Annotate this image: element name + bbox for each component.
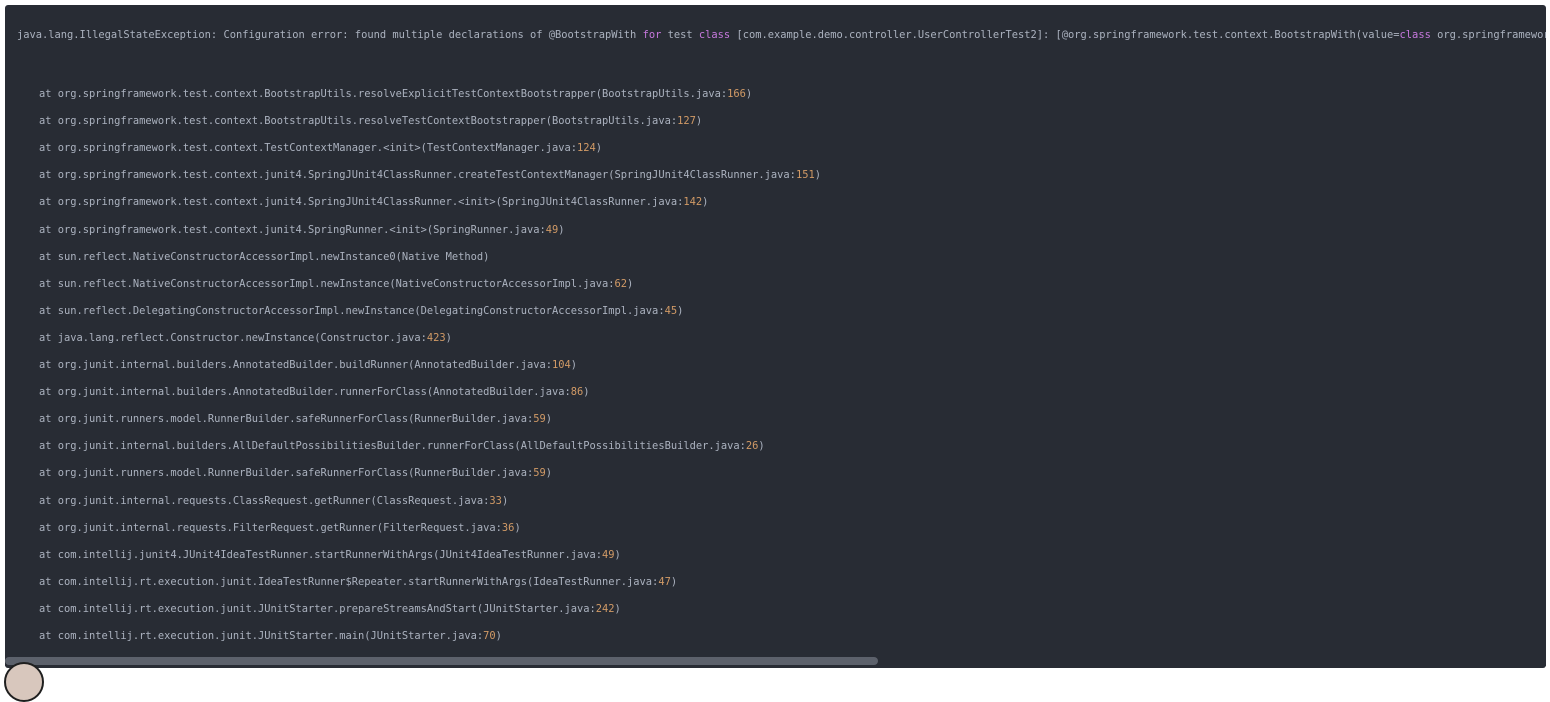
frame-line-number: 49 xyxy=(545,223,559,236)
frame-line-number: 62 xyxy=(614,277,628,290)
frame-close-paren: ) xyxy=(595,142,603,155)
stack-frame-line: at org.springframework.test.context.Test… xyxy=(39,141,602,155)
frame-text: at sun.reflect.DelegatingConstructorAcce… xyxy=(39,304,665,317)
horizontal-scrollbar[interactable] xyxy=(5,656,1546,666)
frame-text: at org.junit.internal.requests.FilterReq… xyxy=(39,521,502,534)
frame-text: at sun.reflect.NativeConstructorAccessor… xyxy=(39,277,615,290)
code-scroll-area[interactable]: java.lang.IllegalStateException: Configu… xyxy=(5,5,1546,656)
stack-frame-line: at org.springframework.test.context.juni… xyxy=(39,223,565,237)
frame-close-paren: ) xyxy=(514,521,521,534)
frame-text: at org.junit.internal.requests.ClassRequ… xyxy=(39,494,490,507)
frame-line-number: 151 xyxy=(795,169,815,182)
stack-frame-line: at org.springframework.test.context.juni… xyxy=(39,168,821,182)
frame-close-paren: ) xyxy=(614,602,621,615)
frame-close-paren: ) xyxy=(758,440,765,453)
frame-close-paren: ) xyxy=(583,386,590,399)
frame-text: at com.intellij.rt.execution.junit.JUnit… xyxy=(39,602,596,615)
frame-close-paren: ) xyxy=(501,494,509,507)
frame-close-paren: ) xyxy=(445,331,452,344)
frame-close-paren: ) xyxy=(558,223,565,236)
frame-line-number: 86 xyxy=(570,386,584,399)
frame-line-number: 423 xyxy=(426,331,446,344)
frame-line-number: 26 xyxy=(745,440,759,453)
avatar xyxy=(4,662,44,702)
frame-text: at org.junit.runners.model.RunnerBuilder… xyxy=(39,467,534,480)
frame-line-number: 36 xyxy=(501,521,515,534)
stack-frame-line: at sun.reflect.NativeConstructorAccessor… xyxy=(39,277,633,291)
frame-text: at org.springframework.test.context.juni… xyxy=(39,169,796,182)
stack-frame-line: at org.junit.internal.requests.FilterReq… xyxy=(39,521,521,535)
exception-line: java.lang.IllegalStateException: Configu… xyxy=(17,28,1546,42)
frame-text: at sun.reflect.NativeConstructorAccessor… xyxy=(39,250,490,263)
frame-text: at com.intellij.junit4.JUnit4IdeaTestRun… xyxy=(39,548,603,561)
frame-text: at org.springframework.test.context.juni… xyxy=(39,196,684,209)
stack-frame-line: at org.junit.internal.builders.AllDefaul… xyxy=(39,439,765,453)
frame-text: at java.lang.reflect.Constructor.newInst… xyxy=(39,331,427,344)
frame-text: at org.springframework.test.context.Test… xyxy=(39,142,577,155)
stack-frame-line: at org.junit.internal.requests.ClassRequ… xyxy=(39,494,508,508)
frame-close-paren: ) xyxy=(627,277,634,290)
frame-close-paren: ) xyxy=(670,575,678,588)
stack-frame-line: at sun.reflect.DelegatingConstructorAcce… xyxy=(39,304,683,318)
exception-prefix: java.lang.IllegalStateException: Configu… xyxy=(17,29,643,41)
stack-frame-line: at org.springframework.test.context.juni… xyxy=(39,195,708,209)
frame-text: at com.intellij.rt.execution.junit.JUnit… xyxy=(39,630,484,642)
frame-text: at com.intellij.rt.execution.junit.IdeaT… xyxy=(39,575,659,588)
exception-middle: test xyxy=(661,29,699,41)
frame-line-number: 242 xyxy=(595,602,615,615)
frame-line-number: 59 xyxy=(533,413,546,426)
frame-close-paren: ) xyxy=(545,467,552,480)
frame-close-paren: ) xyxy=(695,115,703,128)
exception-after-class: [com.example.demo.controller.UserControl… xyxy=(730,29,1400,41)
frame-close-paren: ) xyxy=(814,169,821,182)
frame-text: at org.junit.internal.builders.Annotated… xyxy=(39,386,571,399)
frame-text: at org.springframework.test.context.Boot… xyxy=(39,115,678,128)
stack-frame-line: at org.junit.internal.builders.Annotated… xyxy=(39,385,590,399)
frame-close-paren: ) xyxy=(745,88,753,100)
frame-close-paren: ) xyxy=(614,548,621,561)
frame-line-number: 33 xyxy=(489,494,502,507)
frame-line-number: 127 xyxy=(677,115,696,128)
frame-line-number: 49 xyxy=(602,548,615,561)
frame-line-number: 47 xyxy=(658,575,671,588)
frame-close-paren: ) xyxy=(495,630,502,642)
frame-text: at org.junit.internal.builders.AllDefaul… xyxy=(39,440,746,453)
frame-line-number: 104 xyxy=(551,359,571,371)
stack-frame-line: at org.junit.runners.model.RunnerBuilder… xyxy=(39,466,552,480)
stack-frame-line: at com.intellij.rt.execution.junit.JUnit… xyxy=(39,629,502,643)
frame-line-number: 45 xyxy=(664,304,678,317)
frame-line-number: 142 xyxy=(683,196,703,209)
stack-frame-line: at com.intellij.rt.execution.junit.IdeaT… xyxy=(39,575,677,589)
frame-close-paren: ) xyxy=(677,304,684,317)
stack-frame-line: at org.springframework.test.context.Boot… xyxy=(39,114,702,128)
keyword-class-2: class xyxy=(1399,29,1431,41)
frame-text: at org.junit.runners.model.RunnerBuilder… xyxy=(39,413,534,426)
code-block: java.lang.IllegalStateException: Configu… xyxy=(5,5,1546,668)
stack-frame-line: at org.junit.internal.builders.Annotated… xyxy=(39,358,577,372)
exception-tail: org.springframework.boot.tes xyxy=(1437,29,1546,41)
frame-close-paren: ) xyxy=(545,413,552,426)
frame-line-number: 166 xyxy=(727,88,746,100)
keyword-class: class xyxy=(698,29,731,41)
frame-line-number: 124 xyxy=(577,142,596,155)
frame-close-paren: ) xyxy=(570,359,578,371)
keyword-for: for xyxy=(642,29,662,41)
scrollbar-thumb[interactable] xyxy=(5,657,878,665)
frame-line-number: 59 xyxy=(533,467,546,480)
stack-frame-line: at org.junit.runners.model.RunnerBuilder… xyxy=(39,412,552,426)
frame-text: at org.springframework.test.context.Boot… xyxy=(39,88,728,100)
frame-text: at org.springframework.test.context.juni… xyxy=(39,223,546,236)
stack-frame-line: at sun.reflect.NativeConstructorAccessor… xyxy=(39,250,489,264)
frame-line-number: 70 xyxy=(483,630,496,642)
frame-text: at org.junit.internal.builders.Annotated… xyxy=(39,359,552,371)
stack-frame-line: at com.intellij.rt.execution.junit.JUnit… xyxy=(39,602,621,616)
stack-frame-line: at org.springframework.test.context.Boot… xyxy=(39,87,752,101)
stack-frame-line: at java.lang.reflect.Constructor.newInst… xyxy=(39,331,452,345)
frame-close-paren: ) xyxy=(702,196,709,209)
stack-frame-line: at com.intellij.junit4.JUnit4IdeaTestRun… xyxy=(39,548,621,562)
